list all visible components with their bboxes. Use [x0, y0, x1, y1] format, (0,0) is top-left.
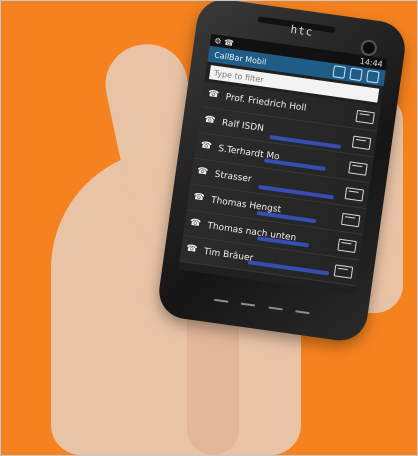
message-icon[interactable] [344, 186, 365, 202]
phone-icon: ☎ [203, 114, 217, 126]
message-icon[interactable] [337, 238, 357, 253]
person-add-icon[interactable] [332, 65, 346, 79]
search-icon[interactable] [293, 310, 310, 325]
hardware-buttons [212, 298, 310, 325]
brand-logo: htc [289, 22, 315, 39]
message-icon[interactable] [351, 135, 372, 150]
phone-icon: ☎ [189, 217, 202, 229]
mailbox-icon[interactable] [349, 67, 363, 82]
smartphone: htc ⚙ ☎ 14:44 CallBar Mobil Type to filt… [155, 1, 409, 345]
app-title: CallBar Mobil [213, 50, 268, 67]
phone-icon: ☎ [207, 88, 220, 100]
message-icon[interactable] [348, 160, 368, 176]
phone-icon: ☎ [200, 139, 213, 152]
menu-icon[interactable] [239, 302, 256, 317]
message-icon[interactable] [355, 109, 375, 124]
phone-icon: ☎ [192, 191, 206, 203]
home-icon[interactable] [212, 298, 229, 313]
phone-icon: ☎ [185, 242, 199, 255]
back-icon[interactable] [266, 306, 283, 321]
settings-icon[interactable] [366, 69, 380, 84]
photo-frame: htc ⚙ ☎ 14:44 CallBar Mobil Type to filt… [0, 0, 418, 456]
title-actions [332, 65, 380, 84]
message-icon[interactable] [341, 212, 361, 227]
message-icon[interactable] [333, 263, 354, 279]
phone-screen: ⚙ ☎ 14:44 CallBar Mobil Type to filter ☎… [178, 33, 388, 295]
phone-icon: ☎ [196, 165, 209, 178]
